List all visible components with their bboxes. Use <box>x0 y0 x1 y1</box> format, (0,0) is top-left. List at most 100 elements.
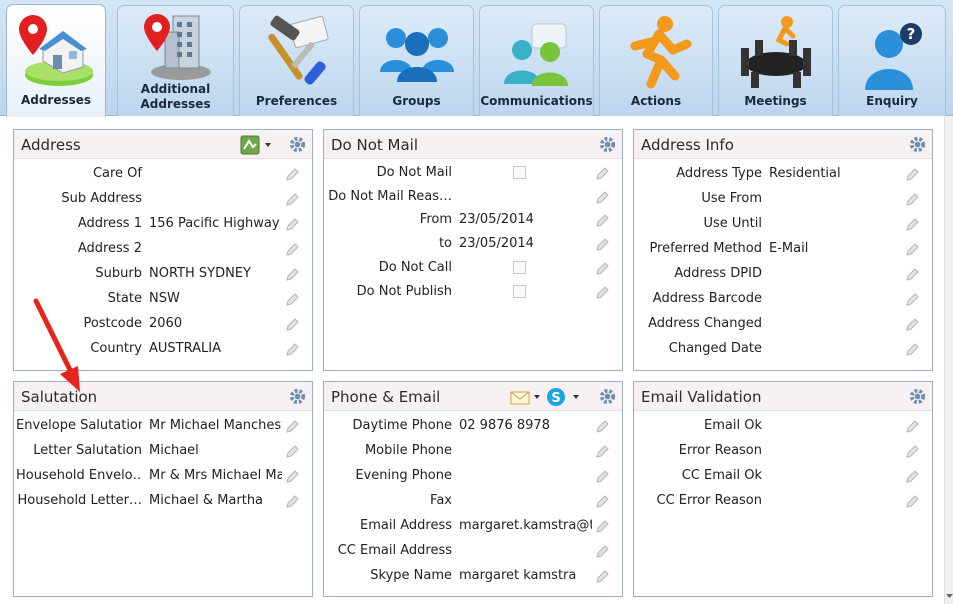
edit-pencil-icon[interactable] <box>285 267 299 281</box>
annotation-arrow <box>33 298 80 392</box>
edit-pencil-icon[interactable] <box>285 342 299 356</box>
edit-pencil-icon[interactable] <box>905 419 919 433</box>
field-value[interactable]: AUSTRALIA <box>149 341 282 356</box>
edit-pencil-icon[interactable] <box>595 544 609 558</box>
field-label: Household Letter… <box>17 493 142 508</box>
edit-pencil-icon[interactable] <box>285 192 299 206</box>
field-value[interactable]: 23/05/2014 <box>459 236 592 251</box>
gear-icon[interactable] <box>288 387 307 406</box>
field-value[interactable]: Mr & Mrs Michael Ma <box>149 468 282 483</box>
tab-meetings[interactable]: Meetings <box>718 5 833 116</box>
gear-icon[interactable] <box>908 135 927 154</box>
field-label: Evening Phone <box>355 468 452 483</box>
gear-icon[interactable] <box>908 387 927 406</box>
edit-pencil-icon[interactable] <box>595 469 609 483</box>
edit-pencil-icon[interactable] <box>595 190 609 204</box>
edit-pencil-icon[interactable] <box>285 469 299 483</box>
edit-pencil-icon[interactable] <box>285 242 299 256</box>
field-value[interactable]: E-Mail <box>769 241 902 256</box>
field-label: Address Type <box>676 166 762 181</box>
person-question-icon: ? <box>839 10 945 92</box>
field-value[interactable]: 2060 <box>149 316 282 331</box>
edit-pencil-icon[interactable] <box>595 166 609 180</box>
field-label: Do Not Publish <box>356 283 452 299</box>
map-dropdown[interactable] <box>240 135 274 155</box>
edit-pencil-icon[interactable] <box>595 444 609 458</box>
vertical-scrollbar[interactable] <box>944 116 953 604</box>
field-row: Address DPID <box>634 262 932 286</box>
field-checkbox[interactable] <box>513 260 526 274</box>
edit-pencil-icon[interactable] <box>285 444 299 458</box>
field-row: Sub Address <box>14 187 312 211</box>
field-value[interactable]: margaret.kamstra@th <box>459 518 592 533</box>
field-value[interactable]: Michael <box>149 443 282 458</box>
field-label: Sub Address <box>61 191 142 206</box>
field-value[interactable]: Michael & Martha <box>149 493 282 508</box>
address-info-panel: Address Info Address Type Residential Use … <box>633 129 933 371</box>
field-value[interactable]: 02 9876 8978 <box>459 418 592 433</box>
panel-title: Address <box>21 136 81 154</box>
hammer-screwdriver-icon <box>240 10 353 92</box>
edit-pencil-icon[interactable] <box>285 494 299 508</box>
edit-pencil-icon[interactable] <box>595 569 609 583</box>
edit-pencil-icon[interactable] <box>905 469 919 483</box>
edit-pencil-icon[interactable] <box>595 213 609 228</box>
field-value[interactable]: Mr Michael Manchest <box>149 418 282 433</box>
edit-pencil-icon[interactable] <box>905 292 919 306</box>
edit-pencil-icon[interactable] <box>905 444 919 458</box>
scroll-down-arrow[interactable] <box>945 592 953 600</box>
edit-pencil-icon[interactable] <box>905 167 919 181</box>
do-not-mail-panel: Do Not Mail Do Not Mail Do Not Mail Reas…… <box>323 129 623 371</box>
field-value[interactable]: NORTH SYDNEY <box>149 266 282 281</box>
field-label: Envelope Salutation <box>16 418 142 433</box>
field-label: Skype Name <box>370 568 452 583</box>
tab-addresses[interactable]: Addresses <box>6 4 106 117</box>
edit-pencil-icon[interactable] <box>905 242 919 256</box>
gear-icon[interactable] <box>288 135 307 154</box>
tab-label: Addresses <box>20 93 92 107</box>
edit-pencil-icon[interactable] <box>285 167 299 181</box>
field-value[interactable]: 156 Pacific Highway <box>149 216 282 231</box>
edit-pencil-icon[interactable] <box>595 261 609 275</box>
edit-pencil-icon[interactable] <box>905 494 919 508</box>
edit-pencil-icon[interactable] <box>905 267 919 281</box>
edit-pencil-icon[interactable] <box>285 292 299 306</box>
contact-actions[interactable]: S <box>510 387 584 407</box>
edit-pencil-icon[interactable] <box>905 192 919 206</box>
field-label: CC Email Ok <box>681 468 762 483</box>
tab-additional-addresses[interactable]: Additional Addresses <box>117 5 234 116</box>
edit-pencil-icon[interactable] <box>595 494 609 508</box>
tab-label: Meetings <box>744 94 807 108</box>
tab-communications[interactable]: Communications <box>479 5 594 116</box>
edit-pencil-icon[interactable] <box>595 237 609 251</box>
edit-pencil-icon[interactable] <box>905 342 919 356</box>
gear-icon[interactable] <box>598 387 617 406</box>
edit-pencil-icon[interactable] <box>595 519 609 533</box>
field-checkbox[interactable] <box>513 284 526 298</box>
field-value[interactable]: Residential <box>769 166 902 181</box>
field-label: Letter Salutation <box>33 443 142 458</box>
edit-pencil-icon[interactable] <box>285 317 299 331</box>
field-row: Email Address margaret.kamstra@th <box>324 514 622 538</box>
field-value[interactable]: 23/05/2014 <box>459 212 592 227</box>
field-row: Envelope Salutation Mr Michael Manchest <box>14 414 312 438</box>
tab-groups[interactable]: Groups <box>359 5 474 116</box>
edit-pencil-icon[interactable] <box>595 419 609 433</box>
field-label: Care Of <box>92 166 142 181</box>
gear-icon[interactable] <box>598 135 617 154</box>
tab-enquiry[interactable]: ? Enquiry <box>838 5 946 116</box>
field-row: Household Envelo… Mr & Mrs Michael Ma <box>14 464 312 488</box>
field-label: Do Not Mail <box>376 165 452 180</box>
edit-pencil-icon[interactable] <box>285 217 299 231</box>
field-value[interactable]: NSW <box>149 291 282 306</box>
edit-pencil-icon[interactable] <box>285 419 299 433</box>
edit-pencil-icon[interactable] <box>595 285 609 299</box>
tab-preferences[interactable]: Preferences <box>239 5 354 116</box>
field-row: Do Not Call <box>324 256 622 280</box>
tab-actions[interactable]: Actions <box>599 5 713 116</box>
field-checkbox[interactable] <box>513 166 526 179</box>
panel-header: Do Not Mail <box>324 130 622 159</box>
field-value[interactable]: margaret kamstra <box>459 568 592 583</box>
edit-pencil-icon[interactable] <box>905 317 919 331</box>
edit-pencil-icon[interactable] <box>905 217 919 231</box>
